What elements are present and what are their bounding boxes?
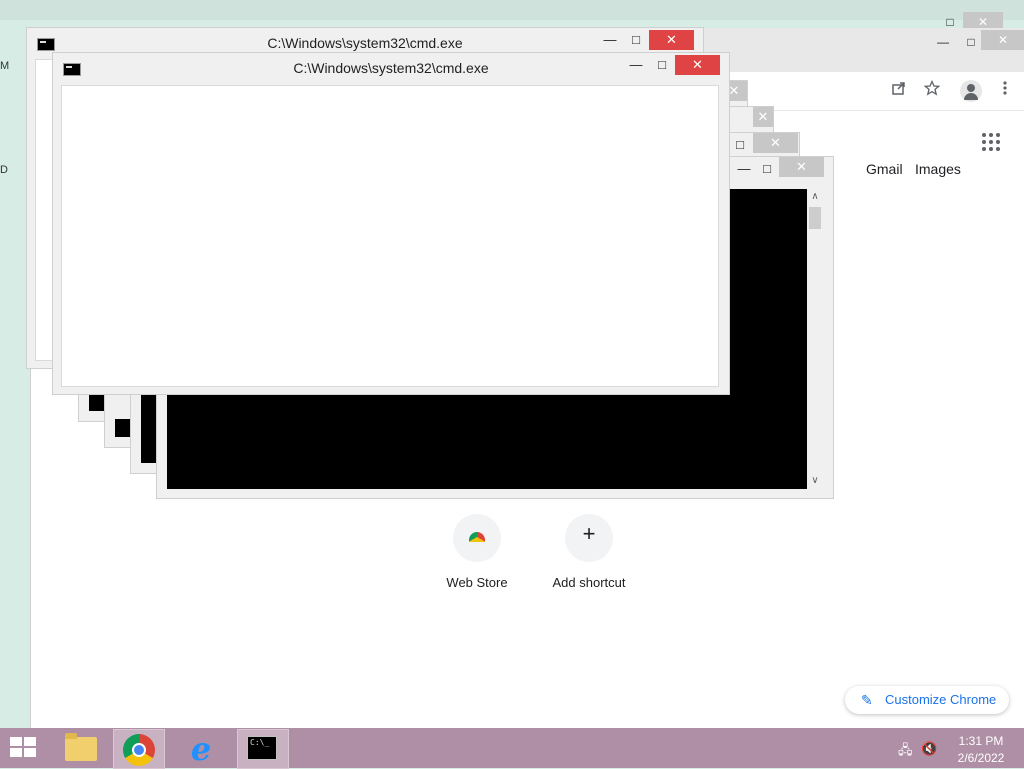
minimize-button[interactable]: — — [929, 32, 957, 52]
scroll-up-arrow[interactable]: ∧ — [807, 191, 823, 202]
customize-chrome-label: Customize Chrome — [885, 692, 997, 707]
taskbar-command-prompt[interactable]: C:\_ — [237, 729, 289, 769]
clock-time[interactable]: 1:31 PM — [950, 734, 1012, 748]
network-icon[interactable]: 🖧 — [898, 741, 913, 763]
console-area — [115, 419, 131, 437]
close-button[interactable]: ✕ — [753, 107, 773, 127]
maximize-button[interactable]: □ — [727, 135, 753, 155]
star-icon[interactable] — [921, 79, 943, 102]
desktop-background — [0, 0, 1024, 20]
taskbar-internet-explorer[interactable]: e — [176, 729, 226, 767]
chrome-webstore-icon — [469, 532, 485, 542]
close-button[interactable]: ✕ — [753, 133, 798, 153]
scroll-thumb[interactable] — [809, 207, 821, 229]
customize-chrome-button[interactable]: ✎ Customize Chrome — [845, 686, 1009, 714]
cmd-window: C:\Windows\system32\cmd.exe — □ ✕ — [52, 52, 730, 395]
cmd-icon: C:\_ — [247, 736, 277, 760]
taskbar-file-explorer[interactable] — [56, 729, 106, 767]
vertical-scrollbar[interactable]: ∧ ∨ — [807, 189, 823, 489]
images-link[interactable]: Images — [915, 161, 961, 177]
maximize-button[interactable]: □ — [754, 159, 780, 179]
web-store-shortcut[interactable] — [453, 514, 501, 562]
internet-explorer-icon: e — [190, 730, 212, 768]
gmail-link[interactable]: Gmail — [866, 161, 903, 177]
maximize-button[interactable]: □ — [649, 55, 675, 75]
pencil-icon: ✎ — [861, 692, 873, 708]
console-area[interactable] — [61, 85, 719, 387]
minimize-button[interactable]: — — [597, 30, 623, 50]
close-button[interactable]: ✕ — [779, 157, 824, 177]
close-button[interactable]: ✕ — [981, 30, 1024, 50]
desktop-icon-label: D — [0, 164, 8, 176]
desktop-icon-label: M — [0, 60, 10, 72]
volume-muted-icon[interactable]: 🔇 — [921, 741, 937, 757]
minimize-button[interactable]: — — [623, 55, 649, 75]
taskbar-chrome[interactable] — [113, 729, 165, 769]
share-icon[interactable] — [888, 80, 910, 102]
apps-grid-icon[interactable] — [982, 133, 1000, 151]
shortcut-label: Web Store — [446, 575, 508, 590]
plus-icon: + — [582, 521, 596, 546]
shortcut-label: Add shortcut — [552, 575, 626, 590]
close-button[interactable]: ✕ — [649, 30, 694, 50]
add-shortcut-button[interactable]: + — [565, 514, 613, 562]
scroll-down-arrow[interactable]: ∨ — [807, 475, 823, 486]
chrome-icon — [123, 734, 155, 766]
folder-icon — [65, 733, 97, 761]
profile-icon[interactable] — [960, 80, 982, 102]
close-button[interactable]: ✕ — [675, 55, 720, 75]
console-area — [141, 395, 157, 463]
clock-date[interactable]: 2/6/2022 — [950, 751, 1012, 765]
taskbar: e C:\_ — [0, 728, 1024, 769]
maximize-button[interactable]: □ — [623, 30, 649, 50]
start-button[interactable] — [10, 737, 38, 759]
more-icon[interactable] — [994, 80, 1016, 102]
